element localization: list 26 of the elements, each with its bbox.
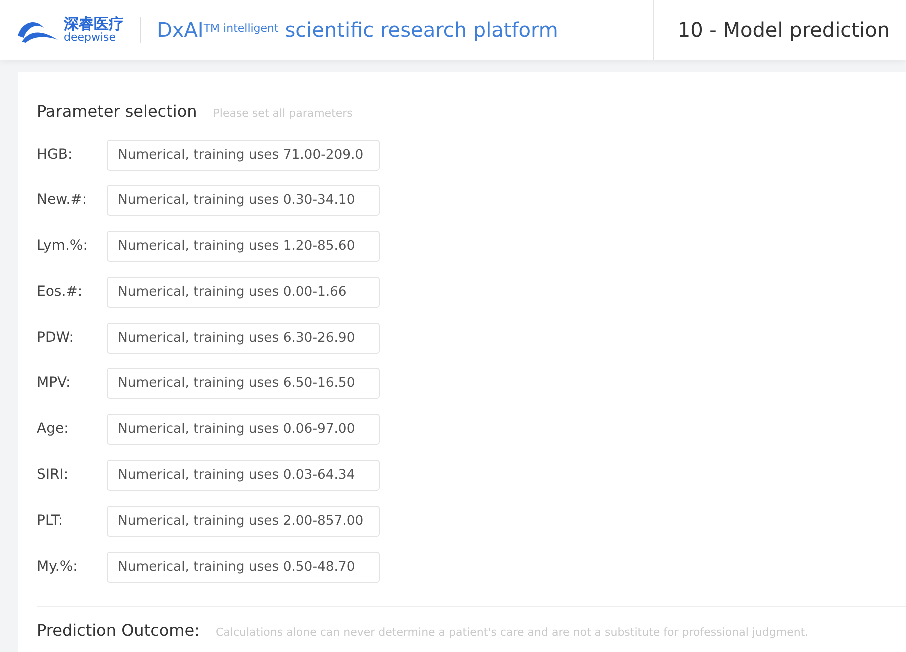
input-field[interactable]: Numerical, training uses 0.50-48.70 (107, 552, 380, 583)
input-field[interactable]: Numerical, training uses 0.30-34.10 (107, 185, 380, 216)
field-label: HGB: (37, 146, 74, 164)
field-label: New.#: (37, 191, 88, 210)
field-label: Eos.#: (37, 282, 84, 302)
field-label: SIRI: (37, 466, 70, 486)
field-label: Age: (37, 420, 70, 440)
input-field[interactable]: Numerical, training uses 1.20-85.60 (107, 231, 380, 262)
input-field[interactable]: Numerical, training uses 71.00-209.0 (107, 140, 380, 170)
outcome-title: Prediction Outcome: (37, 620, 200, 642)
page-title: 10 - Model prediction (678, 17, 890, 44)
field-label: Lym.%: (37, 237, 89, 256)
field-label: PDW: (37, 328, 75, 348)
platform-title: DxAI$^{TM intelligent}$ scientific research platform (157, 17, 558, 44)
field-label: My.%: (37, 558, 79, 577)
input-field[interactable]: Numerical, training uses 6.30-26.90 (107, 322, 380, 354)
input-field[interactable]: Numerical, training uses 0.06-97.00 (107, 414, 380, 446)
input-field[interactable]: Numerical, training uses 2.00-857.00 (107, 506, 380, 537)
logo-subtext: deepwise (64, 32, 116, 43)
field-label: MPV: (37, 374, 72, 394)
input-field[interactable]: Numerical, training uses 0.00-1.66 (107, 276, 380, 308)
input-field[interactable]: Numerical, training uses 0.03-64.34 (107, 460, 380, 492)
input-field[interactable]: Numerical, training uses 6.50-16.50 (107, 368, 380, 400)
field-label: PLT: (37, 512, 64, 531)
section-title: Parameter selection (37, 101, 198, 123)
logo-text: 深睿医疗 (64, 17, 124, 32)
